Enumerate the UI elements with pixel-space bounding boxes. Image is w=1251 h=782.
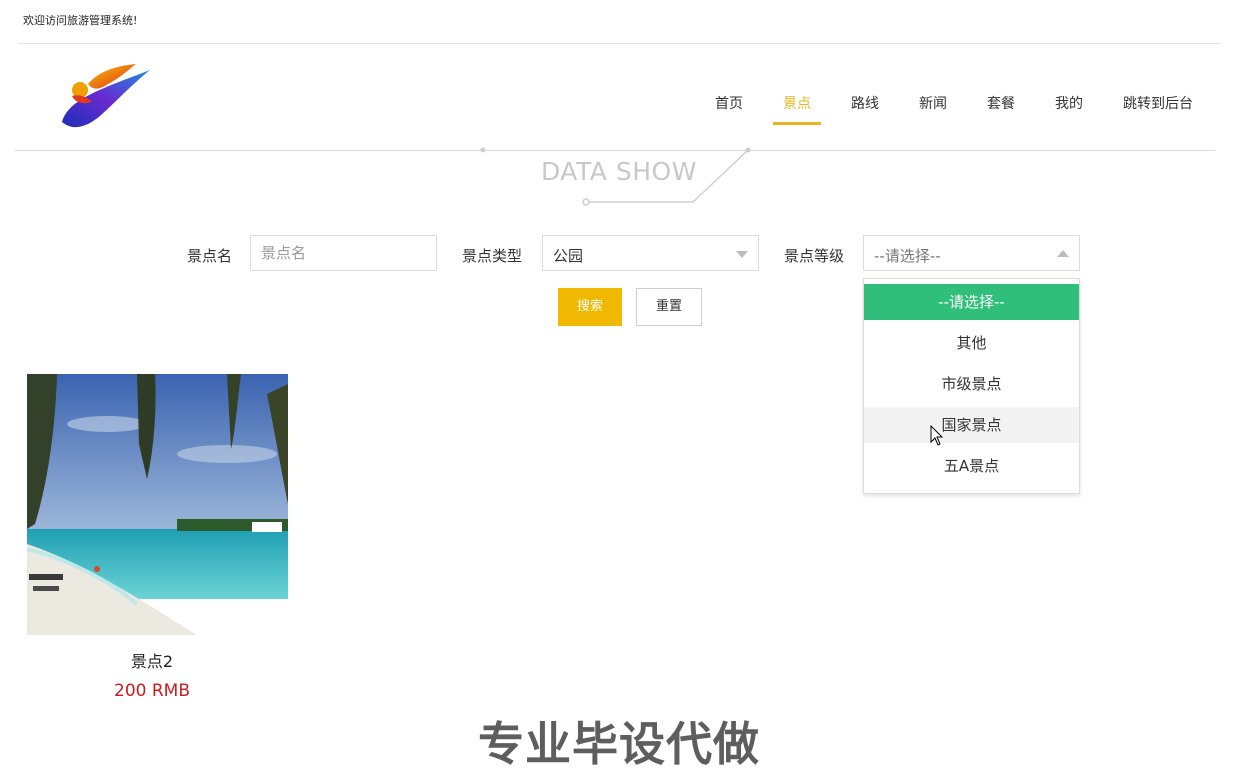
level-select-value: --请选择-- [874,247,941,265]
chevron-down-icon [736,251,748,258]
attraction-card[interactable]: 景点2 200 RMB [27,374,288,701]
level-option[interactable]: 其他 [864,325,1079,361]
watermark-text: 专业毕设代做 [478,717,760,771]
level-select[interactable]: --请选择-- [863,235,1080,271]
nav-packages[interactable]: 套餐 [987,93,1015,125]
level-option[interactable]: 五A景点 [864,448,1079,484]
level-option[interactable]: 国家景点 [864,407,1079,443]
nav-attractions[interactable]: 景点 [773,93,821,125]
welcome-text: 欢迎访问旅游管理系统! [23,14,138,27]
main-nav: 首页 景点 路线 新闻 套餐 我的 跳转到后台 [675,93,1193,125]
site-logo[interactable] [58,60,154,134]
nav-routes[interactable]: 路线 [851,93,879,125]
attraction-price: 200 RMB [114,681,190,701]
name-filter-field [250,235,437,271]
type-select-value: 公园 [553,247,584,265]
level-option[interactable]: 市级景点 [864,366,1079,402]
section-heading: DATA SHOW [541,157,697,186]
nav-news[interactable]: 新闻 [919,93,947,125]
nav-home[interactable]: 首页 [715,93,743,125]
name-filter-label: 景点名 [187,247,233,265]
mouse-cursor-icon [930,425,944,446]
top-bar: 欢迎访问旅游管理系统! [18,0,1220,44]
attraction-image[interactable] [27,374,288,635]
attraction-name[interactable]: 景点2 [27,648,277,672]
nav-admin[interactable]: 跳转到后台 [1123,93,1193,125]
type-select[interactable]: 公园 [542,235,759,271]
search-button[interactable]: 搜索 [558,288,622,326]
reset-button[interactable]: 重置 [636,288,702,326]
name-filter-input[interactable] [251,236,436,270]
level-option[interactable]: --请选择-- [864,284,1079,320]
level-filter-label: 景点等级 [784,247,845,265]
nav-mine[interactable]: 我的 [1055,93,1083,125]
type-filter-label: 景点类型 [462,247,523,265]
chevron-up-icon [1057,250,1069,257]
level-dropdown: --请选择-- 其他 市级景点 国家景点 五A景点 [863,278,1080,494]
